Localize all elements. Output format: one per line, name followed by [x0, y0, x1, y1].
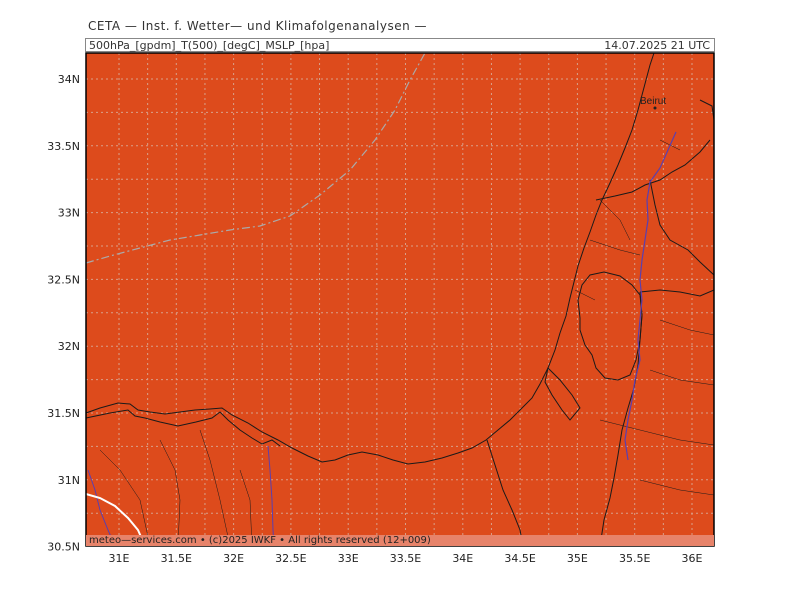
- lon-tick-label: 33.5E: [390, 552, 421, 565]
- lon-tick-label: 35E: [567, 552, 588, 565]
- lat-tick-label: 33N: [58, 207, 80, 220]
- lon-tick-label: 31.5E: [161, 552, 192, 565]
- lat-tick-label: 31N: [58, 474, 80, 487]
- lon-tick-label: 34.5E: [504, 552, 535, 565]
- map-field: [86, 53, 714, 546]
- longitude-labels: 31E 31.5E 32E 32.5E 33E 33.5E 34E 34.5E 35E 35.5E…: [109, 552, 703, 565]
- lon-tick-label: 32E: [223, 552, 244, 565]
- lat-tick-label: 30.5N: [47, 541, 80, 554]
- credit-footer: meteo—services.com • (c)2025 IWKF • All …: [86, 535, 714, 546]
- latitude-labels: 34N 33.5N 33N 32.5N 32N 31.5N 31N 30.5N: [47, 73, 80, 554]
- lon-tick-label: 36E: [682, 552, 703, 565]
- lat-tick-label: 34N: [58, 73, 80, 86]
- lat-tick-label: 31.5N: [47, 407, 80, 420]
- credit-text: meteo—services.com • (c)2025 IWKF • All …: [89, 535, 431, 546]
- city-label-beirut: Beirut: [640, 96, 666, 107]
- lat-tick-label: 32N: [58, 340, 80, 353]
- lon-tick-label: 35.5E: [619, 552, 650, 565]
- lat-tick-label: 33.5N: [47, 140, 80, 153]
- lon-tick-label: 32.5E: [275, 552, 306, 565]
- lon-tick-label: 34E: [452, 552, 473, 565]
- lat-tick-label: 32.5N: [47, 273, 80, 286]
- lon-tick-label: 33E: [338, 552, 359, 565]
- map-canvas: Beirut 34N33.5N33N32.5N32N31.5N31N30.5N …: [47, 52, 715, 565]
- lon-tick-label: 31E: [109, 552, 130, 565]
